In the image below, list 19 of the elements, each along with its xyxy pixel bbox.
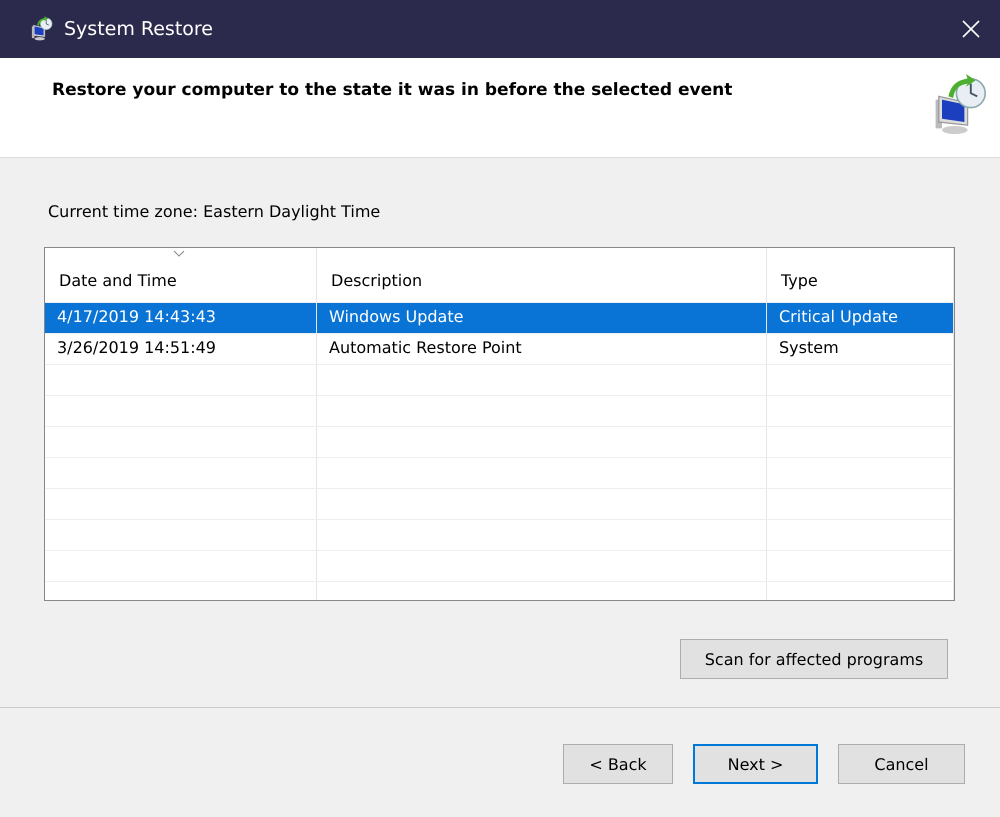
column-header[interactable]: Date and Time	[45, 248, 317, 302]
header-heading: Restore your computer to the state it was in before the selected event	[52, 80, 732, 102]
table-cell: Automatic Restore Point	[317, 334, 767, 364]
column-header[interactable]: Description	[317, 248, 767, 302]
window-title: System Restore	[64, 18, 214, 40]
dialog-button[interactable]: < Back	[563, 744, 673, 784]
table-cell: Windows Update	[317, 303, 767, 333]
dialog-button[interactable]: Next >	[693, 744, 818, 784]
dialog-button[interactable]: Cancel	[838, 744, 965, 784]
table-cell: Critical Update	[767, 303, 954, 333]
table-cell: System	[767, 334, 954, 364]
close-icon	[962, 20, 980, 38]
table-row[interactable]: 3/26/2019 14:51:49 Automatic Restore Point System	[45, 334, 954, 365]
table-cell: 4/17/2019 14:43:43	[45, 303, 317, 333]
column-header[interactable]: Type	[767, 248, 954, 302]
table-cell: 3/26/2019 14:51:49	[45, 334, 317, 364]
time-zone-label: Current time zone: Eastern Daylight Time	[48, 202, 382, 221]
table-row[interactable]: 4/17/2019 14:43:43 Windows Update Critical Update	[45, 303, 954, 334]
scan-button[interactable]: Scan for affected programs	[680, 639, 948, 679]
